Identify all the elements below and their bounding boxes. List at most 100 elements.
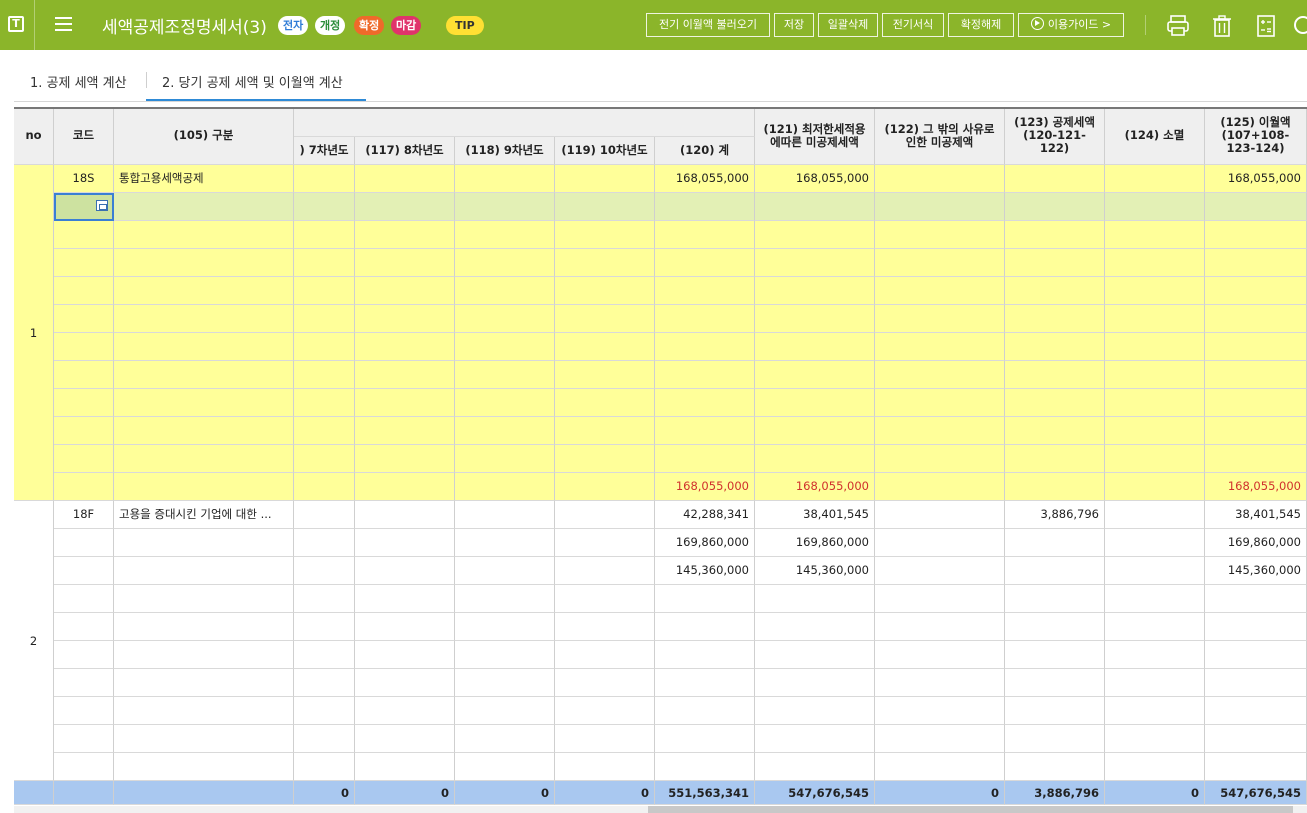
load-prior-carryover-button[interactable]: 전기 이월액 불러오기 [646,13,770,37]
group2-row-1-code[interactable]: 18F [54,501,114,529]
group1-row-11-c118[interactable] [455,445,555,473]
group2-row-4-c122[interactable] [875,585,1005,613]
group1-row-1-c123[interactable] [1005,165,1105,193]
group2-row-8-c125[interactable] [1205,697,1307,725]
group2-row-4-c125[interactable] [1205,585,1307,613]
group2-row-8-category[interactable] [114,697,294,725]
group2-row-3-c116[interactable] [294,557,355,585]
group2-row-7-c120[interactable] [655,669,755,697]
group2-row-7-code[interactable] [54,669,114,697]
group1-row-11-c116[interactable] [294,445,355,473]
group2-row-3-category[interactable] [114,557,294,585]
group1-row-1-c125[interactable]: 168,055,000 [1205,165,1307,193]
group1-row-6-c120[interactable] [655,305,755,333]
group1-row-3-c117[interactable] [355,221,455,249]
group2-row-1-c122[interactable] [875,501,1005,529]
group2-row-5-code[interactable] [54,613,114,641]
prior-form-button[interactable]: 전기서식 [882,13,944,37]
selected-code-cell[interactable] [54,193,114,221]
group1-row-1-category[interactable]: 통합고용세액공제 [114,165,294,193]
group1-row-5-c123[interactable] [1005,277,1105,305]
group2-row-4-category[interactable] [114,585,294,613]
group2-row-8-c118[interactable] [455,697,555,725]
group1-row-1-c124[interactable] [1105,165,1205,193]
group2-row-10-code[interactable] [54,753,114,781]
group2-row-8-code[interactable] [54,697,114,725]
group1-row-8-code[interactable] [54,361,114,389]
group1-row-4-c123[interactable] [1005,249,1105,277]
group2-row-6-c119[interactable] [555,641,655,669]
group2-row-6-c125[interactable] [1205,641,1307,669]
group1-row-10-c116[interactable] [294,417,355,445]
group2-row-8-c119[interactable] [555,697,655,725]
group2-row-5-c118[interactable] [455,613,555,641]
group2-row-1-c119[interactable] [555,501,655,529]
header-c116[interactable]: ) 7차년도 [294,137,355,165]
group2-row-3-c121[interactable]: 145,360,000 [755,557,875,585]
header-c119[interactable]: (119) 10차년도 [555,137,655,165]
group1-row-4-category[interactable] [114,249,294,277]
group1-row-4-code[interactable] [54,249,114,277]
group1-row-12-c124[interactable] [1105,473,1205,501]
group2-row-1-c123[interactable]: 3,886,796 [1005,501,1105,529]
group1-row-6-c124[interactable] [1105,305,1205,333]
group1-row-6-c119[interactable] [555,305,655,333]
group2-row-4-c117[interactable] [355,585,455,613]
group1-row-10-c120[interactable] [655,417,755,445]
group1-row-6-code[interactable] [54,305,114,333]
group1-row-6-c117[interactable] [355,305,455,333]
group1-row-8-c125[interactable] [1205,361,1307,389]
group1-row-2-c123[interactable] [1005,193,1105,221]
group2-row-3-c122[interactable] [875,557,1005,585]
group1-row-7-c121[interactable] [755,333,875,361]
group1-row-4-c116[interactable] [294,249,355,277]
group2-row-7-c123[interactable] [1005,669,1105,697]
group2-row-4-c124[interactable] [1105,585,1205,613]
group1-row-2-c124[interactable] [1105,193,1205,221]
group2-row-1-c124[interactable] [1105,501,1205,529]
header-no[interactable]: no [14,107,54,165]
group2-row-8-c123[interactable] [1005,697,1105,725]
group1-row-8-c116[interactable] [294,361,355,389]
group1-row-11-code[interactable] [54,445,114,473]
group1-row-4-c118[interactable] [455,249,555,277]
group1-row-2-category[interactable] [114,193,294,221]
group1-row-9-category[interactable] [114,389,294,417]
group2-row-10-category[interactable] [114,753,294,781]
group2-row-2-c120[interactable]: 169,860,000 [655,529,755,557]
group2-row-9-c120[interactable] [655,725,755,753]
group1-row-3-category[interactable] [114,221,294,249]
user-guide-button[interactable]: 이용가이드 > [1018,13,1124,37]
group1-row-10-c125[interactable] [1205,417,1307,445]
group1-row-3-c118[interactable] [455,221,555,249]
group1-row-1-code[interactable]: 18S [54,165,114,193]
group1-row-9-c125[interactable] [1205,389,1307,417]
group1-row-10-c121[interactable] [755,417,875,445]
group1-row-12-c119[interactable] [555,473,655,501]
group2-row-5-c121[interactable] [755,613,875,641]
group2-row-2-c116[interactable] [294,529,355,557]
group2-row-5-c125[interactable] [1205,613,1307,641]
header-c123[interactable]: (123) 공제세액 (120-121-122) [1005,107,1105,165]
group1-row-3-c119[interactable] [555,221,655,249]
group1-row-11-c124[interactable] [1105,445,1205,473]
group1-row-2-c118[interactable] [455,193,555,221]
group1-row-8-c118[interactable] [455,361,555,389]
group1-row-5-category[interactable] [114,277,294,305]
group1-row-10-c122[interactable] [875,417,1005,445]
group2-row-2-code[interactable] [54,529,114,557]
group1-row-12-c116[interactable] [294,473,355,501]
group1-row-3-c124[interactable] [1105,221,1205,249]
group1-row-11-c123[interactable] [1005,445,1105,473]
group2-row-9-c118[interactable] [455,725,555,753]
group1-row-5-c116[interactable] [294,277,355,305]
group1-row-3-code[interactable] [54,221,114,249]
group1-row-1-c120[interactable]: 168,055,000 [655,165,755,193]
group1-row-9-c122[interactable] [875,389,1005,417]
group1-row-9-c119[interactable] [555,389,655,417]
group2-row-5-c119[interactable] [555,613,655,641]
group2-row-9-category[interactable] [114,725,294,753]
group2-row-6-c122[interactable] [875,641,1005,669]
calculator-icon[interactable] [1253,13,1279,39]
group2-row-6-c116[interactable] [294,641,355,669]
